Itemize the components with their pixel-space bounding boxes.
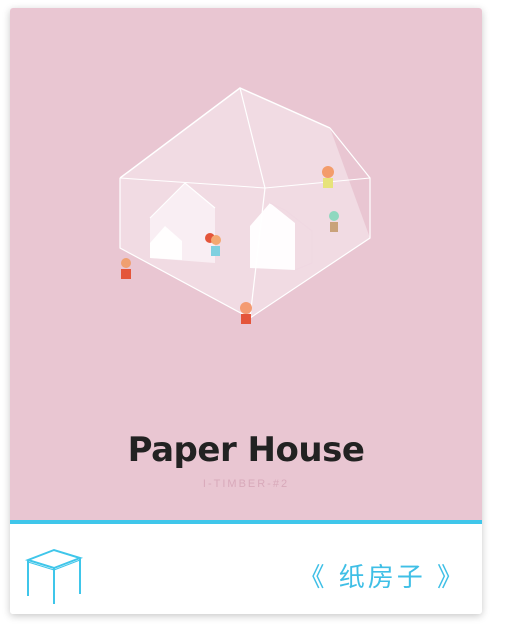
footer-bar: 《 纸房子 》 [10,524,482,614]
table-icon [24,548,84,604]
card[interactable]: Paper House I-TIMBER-#2 《 纸房子 》 [10,8,482,614]
cover-image: Paper House I-TIMBER-#2 [10,8,482,520]
category-label[interactable]: 《 纸房子 》 [298,557,466,594]
paper-house-illustration [119,87,371,324]
subtitle: I-TIMBER-#2 [202,478,290,490]
page-title: Paper House [127,430,365,470]
